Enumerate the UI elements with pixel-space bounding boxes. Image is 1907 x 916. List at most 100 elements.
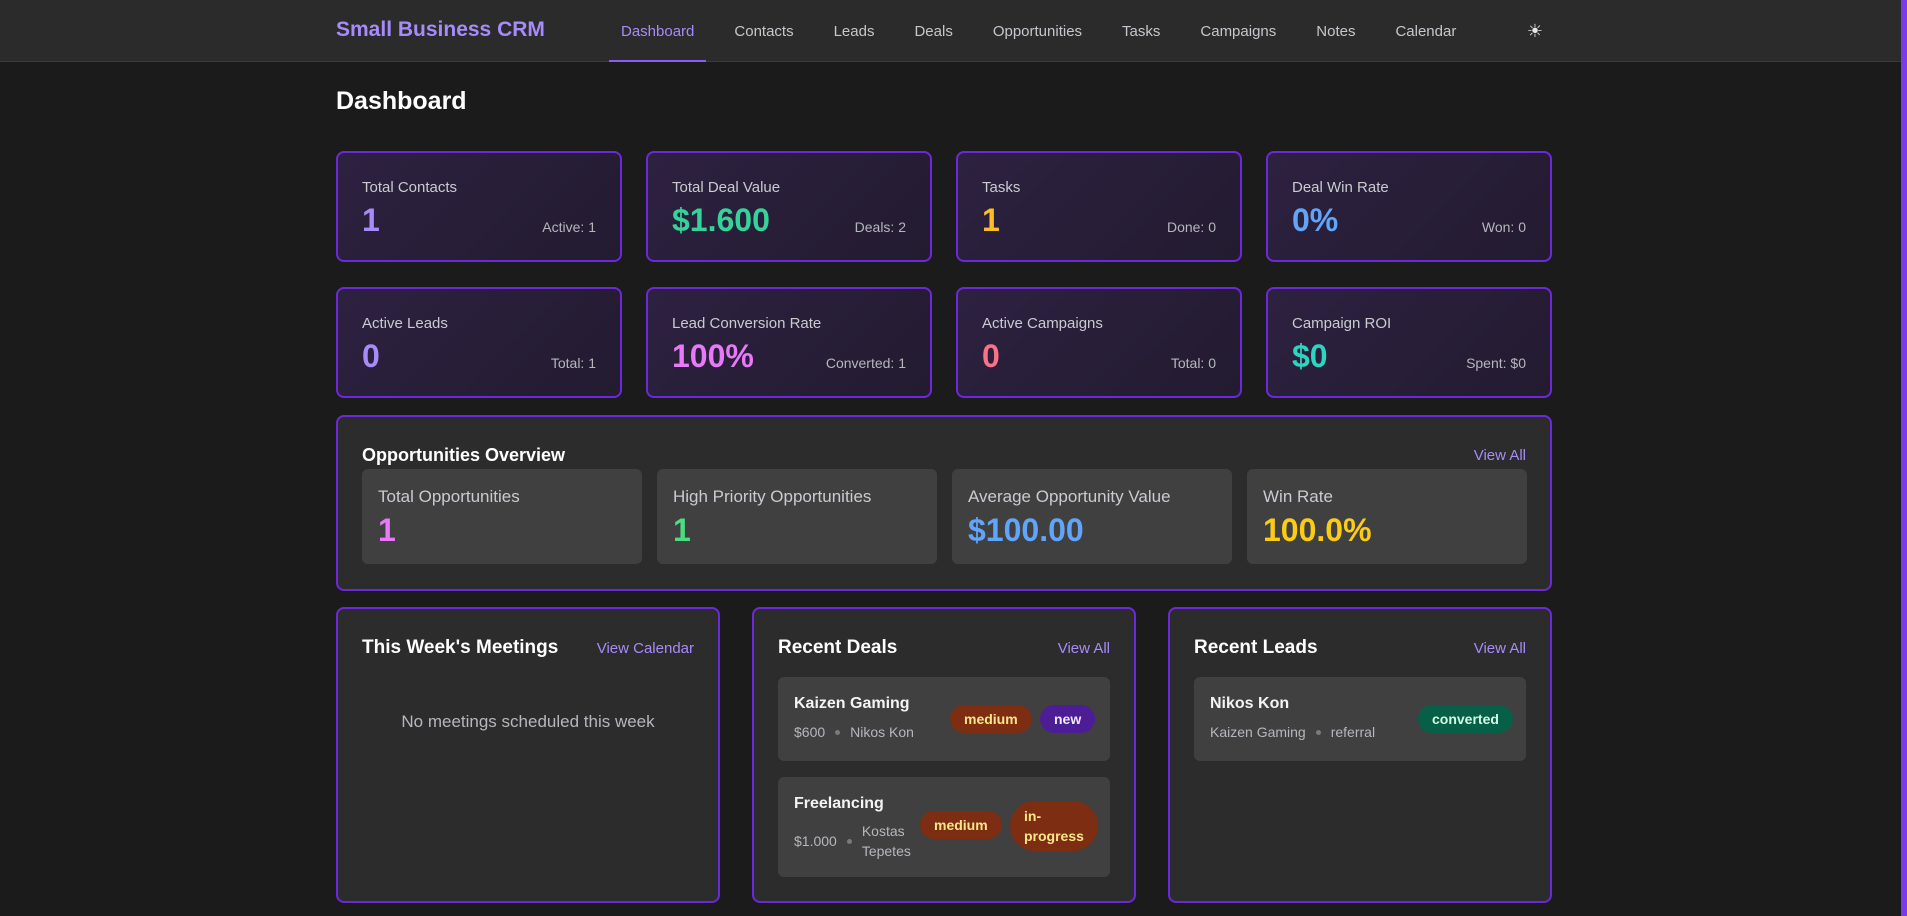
lead-source: referral — [1330, 724, 1376, 740]
stat-value: 0% — [1292, 202, 1339, 238]
deal-meta: $1.000 Kostas Tepetes — [794, 821, 911, 861]
nav-item-calendar[interactable]: Calendar — [1383, 0, 1468, 62]
recent-leads-panel: Recent Leads View All Nikos Kon Kaizen G… — [1168, 607, 1552, 903]
recent-deals-panel: Recent Deals View All Kaizen Gaming $600… — [752, 607, 1136, 903]
main-nav: Dashboard Contacts Leads Deals Opportuni… — [609, 0, 1484, 62]
opportunity-stat-label: Win Rate — [1263, 487, 1333, 506]
stat-card-tasks: Tasks 1 Done: 0 — [956, 151, 1242, 262]
lead-meta: Kaizen Gaming referral — [1210, 724, 1375, 740]
stat-card-active-leads: Active Leads 0 Total: 1 — [336, 287, 622, 398]
opportunity-stat-value: 1 — [378, 512, 396, 548]
deal-contact: Nikos Kon — [850, 724, 914, 740]
deal-contact-line: Kostas — [861, 823, 905, 839]
page-title: Dashboard — [336, 87, 467, 115]
leads-view-all-link[interactable]: View All — [1474, 640, 1526, 657]
status-badge: converted — [1418, 705, 1513, 733]
priority-badge: medium — [920, 811, 1002, 839]
empty-state-message: No meetings scheduled this week — [401, 712, 655, 731]
opportunities-view-all-link[interactable]: View All — [1474, 447, 1526, 464]
lead-name: Nikos Kon — [1210, 695, 1290, 712]
stat-sub: Deals: 2 — [854, 219, 906, 235]
separator-dot — [1315, 729, 1321, 735]
status-badge-line: in- — [1024, 808, 1042, 824]
nav-item-leads[interactable]: Leads — [822, 0, 887, 62]
lead-card[interactable]: Nikos Kon Kaizen Gaming referral convert… — [1194, 677, 1526, 761]
view-calendar-link[interactable]: View Calendar — [597, 640, 694, 657]
nav-item-contacts[interactable]: Contacts — [722, 0, 805, 62]
scrollbar[interactable] — [1901, 0, 1907, 916]
status-badge: in- progress — [1010, 801, 1098, 851]
separator-dot — [846, 838, 852, 844]
stat-card-lead-conversion-rate: Lead Conversion Rate 100% Converted: 1 — [646, 287, 932, 398]
stat-sub: Won: 0 — [1481, 219, 1526, 235]
opportunity-stat-label: High Priority Opportunities — [673, 487, 872, 506]
opportunity-stat-value: $100.00 — [968, 512, 1084, 548]
nav-item-deals[interactable]: Deals — [902, 0, 964, 62]
deal-amount: $600 — [794, 724, 826, 740]
deal-contact-line: Tepetes — [861, 843, 911, 859]
stat-value: 1 — [362, 202, 380, 238]
deals-view-all-link[interactable]: View All — [1058, 640, 1110, 657]
stat-value: $0 — [1292, 338, 1328, 374]
nav-item-notes[interactable]: Notes — [1304, 0, 1367, 62]
theme-toggle-button[interactable]: ☀ — [1522, 18, 1548, 44]
priority-badge: medium — [950, 705, 1032, 733]
stat-card-campaign-roi: Campaign ROI $0 Spent: $0 — [1266, 287, 1552, 398]
deal-amount: $1.000 — [794, 833, 837, 849]
stat-card-total-deal-value: Total Deal Value $1.600 Deals: 2 — [646, 151, 932, 262]
sun-icon: ☀ — [1526, 20, 1544, 41]
stat-label: Total Contacts — [362, 179, 458, 196]
deal-card[interactable]: Kaizen Gaming $600 Nikos Kon medium new — [778, 677, 1110, 761]
opportunity-stat-total: Total Opportunities 1 — [362, 469, 642, 564]
stat-sub: Done: 0 — [1166, 219, 1216, 235]
nav-item-opportunities[interactable]: Opportunities — [981, 0, 1094, 62]
stat-sub: Active: 1 — [542, 219, 596, 235]
stat-value: 0 — [362, 338, 380, 374]
stat-label: Lead Conversion Rate — [672, 315, 822, 332]
stat-value: 100% — [672, 338, 754, 374]
stat-card-active-campaigns: Active Campaigns 0 Total: 0 — [956, 287, 1242, 398]
stat-label: Tasks — [982, 179, 1021, 196]
stat-label: Active Leads — [362, 315, 448, 332]
stat-sub: Spent: $0 — [1466, 355, 1526, 371]
deal-name: Kaizen Gaming — [794, 695, 910, 712]
deal-contact: Kostas Tepetes — [862, 821, 911, 861]
stat-sub: Total: 1 — [550, 355, 596, 371]
opportunity-stat-label: Average Opportunity Value — [968, 487, 1171, 506]
stat-label: Campaign ROI — [1292, 315, 1392, 332]
opportunity-stat-win-rate: Win Rate 100.0% — [1247, 469, 1527, 564]
app-brand[interactable]: Small Business CRM — [336, 18, 545, 42]
deal-card[interactable]: Freelancing $1.000 Kostas Tepetes medium… — [778, 777, 1110, 877]
nav-item-tasks[interactable]: Tasks — [1110, 0, 1172, 62]
panel-title: Recent Deals — [778, 637, 898, 658]
separator-dot — [835, 729, 841, 735]
panel-title: Recent Leads — [1194, 637, 1318, 658]
stat-label: Total Deal Value — [672, 179, 781, 196]
deal-name: Freelancing — [794, 795, 884, 812]
stat-sub: Total: 0 — [1170, 355, 1216, 371]
stat-card-total-contacts: Total Contacts 1 Active: 1 — [336, 151, 622, 262]
stat-sub: Converted: 1 — [825, 355, 906, 371]
deal-meta: $600 Nikos Kon — [794, 724, 914, 740]
lead-company: Kaizen Gaming — [1210, 724, 1306, 740]
opportunity-stat-value: 100.0% — [1263, 512, 1372, 548]
opportunity-stat-high-priority: High Priority Opportunities 1 — [657, 469, 937, 564]
opportunity-stat-average-value: Average Opportunity Value $100.00 — [952, 469, 1232, 564]
stat-label: Deal Win Rate — [1292, 179, 1389, 196]
nav-item-dashboard[interactable]: Dashboard — [609, 0, 707, 62]
stat-card-deal-win-rate: Deal Win Rate 0% Won: 0 — [1266, 151, 1552, 262]
opportunities-overview-panel: Opportunities Overview View All Total Op… — [336, 415, 1552, 591]
opportunity-stat-value: 1 — [673, 512, 691, 548]
panel-title: This Week's Meetings — [362, 637, 559, 658]
stat-value: $1.600 — [672, 202, 770, 238]
status-badge: new — [1040, 705, 1096, 733]
stat-value: 1 — [982, 202, 1000, 238]
panel-title: Opportunities Overview — [362, 445, 566, 465]
meetings-panel: This Week's Meetings View Calendar No me… — [336, 607, 720, 903]
top-navbar: Small Business CRM Dashboard Contacts Le… — [0, 0, 1901, 62]
nav-item-campaigns[interactable]: Campaigns — [1188, 0, 1288, 62]
stat-value: 0 — [982, 338, 1000, 374]
stat-label: Active Campaigns — [982, 315, 1103, 332]
status-badge-line: progress — [1024, 828, 1084, 844]
opportunity-stat-label: Total Opportunities — [378, 487, 520, 506]
